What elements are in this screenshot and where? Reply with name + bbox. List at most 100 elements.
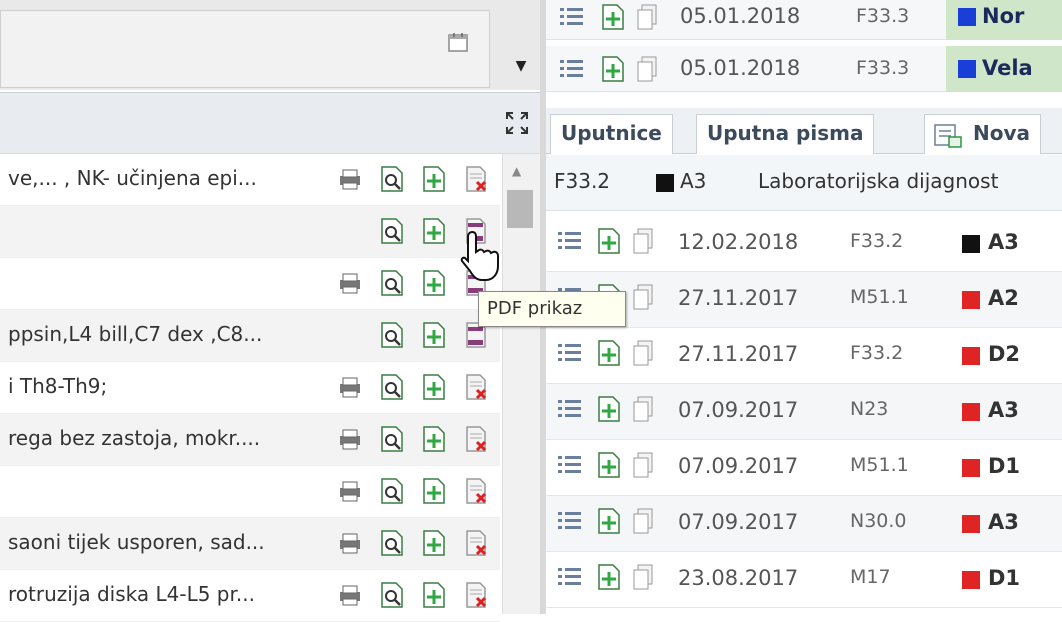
list-item[interactable]: ppsin,L4 bill,C7 dex ,C8... bbox=[0, 310, 500, 362]
print-icon[interactable] bbox=[336, 372, 364, 402]
add-document-icon[interactable] bbox=[598, 2, 628, 32]
print-icon[interactable] bbox=[336, 580, 364, 610]
add-document-icon[interactable] bbox=[420, 320, 448, 350]
filter-row[interactable]: F33.2 A3 Laboratorijska dijagnost bbox=[546, 155, 1062, 211]
list-item[interactable]: saoni tijek usporen, sad... bbox=[0, 518, 500, 570]
add-document-icon[interactable] bbox=[420, 268, 448, 298]
copy-icon[interactable] bbox=[630, 338, 658, 368]
list-icon[interactable] bbox=[558, 510, 582, 532]
add-document-icon[interactable] bbox=[598, 54, 628, 84]
row-status-square bbox=[958, 8, 976, 26]
table-row[interactable]: 05.01.2018 F33.3 Nor bbox=[546, 0, 1062, 40]
list-item-text: ve,... , NK- učinjena epi... bbox=[8, 166, 257, 190]
list-icon[interactable] bbox=[560, 6, 584, 28]
filter-tag-square bbox=[656, 174, 674, 192]
add-document-icon[interactable] bbox=[594, 226, 624, 256]
preview-icon[interactable] bbox=[378, 476, 406, 506]
print-icon[interactable] bbox=[336, 164, 364, 194]
list-icon[interactable] bbox=[558, 566, 582, 588]
tab-label: Nova bbox=[973, 121, 1031, 145]
add-document-icon[interactable] bbox=[420, 216, 448, 246]
add-document-icon[interactable] bbox=[594, 562, 624, 592]
preview-icon[interactable] bbox=[378, 164, 406, 194]
preview-icon[interactable] bbox=[378, 268, 406, 298]
pdf-delete-icon[interactable] bbox=[462, 528, 490, 558]
scroll-up-icon[interactable]: ▲ bbox=[512, 164, 521, 178]
row-diagnosis-code: N23 bbox=[850, 398, 889, 420]
list-item[interactable]: rega bez zastoja, mokr.... bbox=[0, 414, 500, 466]
table-row[interactable]: 12.02.2018 F33.2 A3 bbox=[546, 216, 1062, 272]
list-icon[interactable] bbox=[558, 342, 582, 364]
add-document-icon[interactable] bbox=[420, 528, 448, 558]
preview-icon[interactable] bbox=[378, 528, 406, 558]
tab-uputnice[interactable]: Uputnice bbox=[550, 114, 673, 154]
scrollbar-thumb[interactable] bbox=[507, 190, 533, 228]
print-icon[interactable] bbox=[336, 424, 364, 454]
pdf-delete-icon[interactable] bbox=[462, 424, 490, 454]
print-icon[interactable] bbox=[336, 476, 364, 506]
list-item[interactable]: rotruzija diska L4-L5 pr... bbox=[0, 570, 500, 622]
table-row[interactable]: 05.01.2018 F33.3 Vela bbox=[546, 46, 1062, 92]
print-icon[interactable] bbox=[336, 268, 364, 298]
tab-nova[interactable]: Nova bbox=[924, 114, 1042, 154]
tab-uputna-pisma[interactable]: Uputna pisma bbox=[696, 114, 875, 154]
pdf-delete-icon[interactable] bbox=[462, 580, 490, 610]
list-item[interactable]: i Th8-Th9; bbox=[0, 362, 500, 414]
row-date: 07.09.2017 bbox=[678, 510, 799, 534]
list-item[interactable]: ve,... , NK- učinjena epi... bbox=[0, 154, 500, 206]
row-date: 05.01.2018 bbox=[680, 4, 801, 28]
copy-icon[interactable] bbox=[634, 2, 662, 32]
preview-icon[interactable] bbox=[378, 580, 406, 610]
add-document-icon[interactable] bbox=[594, 506, 624, 536]
row-date: 12.02.2018 bbox=[678, 230, 799, 254]
copy-icon[interactable] bbox=[634, 54, 662, 84]
list-icon[interactable] bbox=[560, 58, 584, 80]
add-document-icon[interactable] bbox=[420, 424, 448, 454]
table-row[interactable]: 07.09.2017 N30.0 A3 bbox=[546, 496, 1062, 552]
print-icon[interactable] bbox=[336, 528, 364, 558]
list-icon[interactable] bbox=[558, 454, 582, 476]
pdf-preview-tooltip: PDF prikaz bbox=[478, 291, 626, 327]
add-document-icon[interactable] bbox=[594, 450, 624, 480]
preview-icon[interactable] bbox=[378, 372, 406, 402]
filter-tag: A3 bbox=[680, 169, 707, 193]
add-document-icon[interactable] bbox=[594, 338, 624, 368]
preview-icon[interactable] bbox=[378, 320, 406, 350]
table-row[interactable]: 07.09.2017 M51.1 D1 bbox=[546, 440, 1062, 496]
pdf-delete-icon[interactable] bbox=[462, 164, 490, 194]
notes-textarea[interactable] bbox=[0, 10, 490, 88]
pdf-delete-icon[interactable] bbox=[462, 476, 490, 506]
table-row[interactable]: 23.08.2017 M17 D1 bbox=[546, 552, 1062, 608]
list-item-text: i Th8-Th9; bbox=[8, 374, 108, 398]
row-tag: D2 bbox=[988, 342, 1021, 366]
add-document-icon[interactable] bbox=[420, 476, 448, 506]
list-icon[interactable] bbox=[558, 398, 582, 420]
add-document-icon[interactable] bbox=[420, 164, 448, 194]
row-date: 05.01.2018 bbox=[680, 56, 801, 80]
expand-icon[interactable] bbox=[504, 110, 530, 136]
add-document-icon[interactable] bbox=[420, 580, 448, 610]
copy-icon[interactable] bbox=[630, 450, 658, 480]
copy-icon[interactable] bbox=[630, 282, 658, 312]
pdf-delete-icon[interactable] bbox=[462, 372, 490, 402]
copy-icon[interactable] bbox=[630, 506, 658, 536]
preview-icon[interactable] bbox=[378, 424, 406, 454]
copy-icon[interactable] bbox=[630, 394, 658, 424]
add-document-icon[interactable] bbox=[594, 394, 624, 424]
list-item[interactable] bbox=[0, 206, 500, 258]
table-row[interactable]: 27.11.2017 F33.2 D2 bbox=[546, 328, 1062, 384]
row-status-square bbox=[962, 571, 980, 589]
list-item[interactable] bbox=[0, 258, 500, 310]
copy-icon[interactable] bbox=[630, 226, 658, 256]
row-diagnosis-code: F33.2 bbox=[850, 342, 904, 364]
row-diagnosis-code: N30.0 bbox=[850, 510, 907, 532]
dropdown-arrow-icon[interactable]: ▼ bbox=[510, 58, 532, 80]
list-item[interactable] bbox=[0, 466, 500, 518]
row-diagnosis-code: F33.3 bbox=[856, 57, 910, 79]
preview-icon[interactable] bbox=[378, 216, 406, 246]
add-document-icon[interactable] bbox=[420, 372, 448, 402]
calendar-icon[interactable] bbox=[446, 30, 470, 54]
table-row[interactable]: 07.09.2017 N23 A3 bbox=[546, 384, 1062, 440]
copy-icon[interactable] bbox=[630, 562, 658, 592]
list-icon[interactable] bbox=[558, 230, 582, 252]
